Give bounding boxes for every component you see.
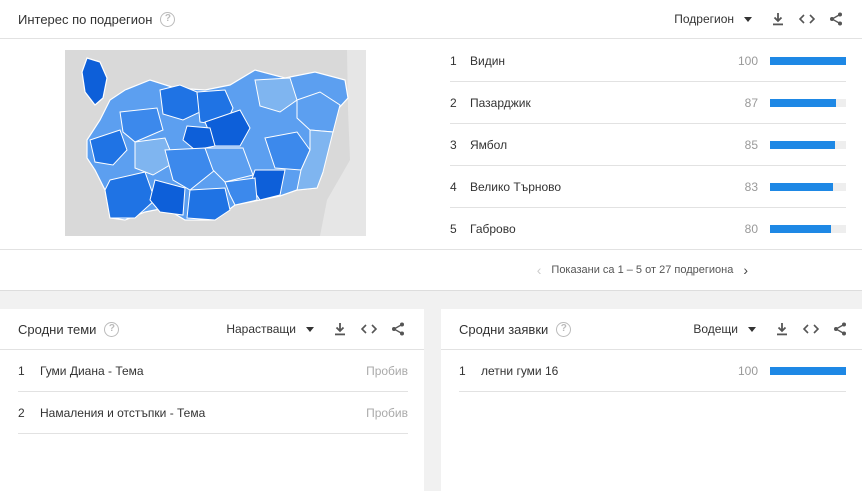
- rising-dropdown[interactable]: Нарастващи: [226, 322, 314, 336]
- bulgaria-map-svg[interactable]: [65, 50, 366, 236]
- rank-number: 2: [450, 96, 457, 110]
- interest-value: 87: [744, 96, 758, 110]
- breakout-label: Пробив: [366, 406, 408, 420]
- interest-by-subregion-card: Интерес по подрегион ? Подрегион 1 Видин…: [0, 0, 862, 291]
- region-name: Пазарджик: [470, 96, 531, 110]
- question-circle-icon[interactable]: ?: [104, 321, 120, 337]
- question-circle-icon[interactable]: ?: [556, 321, 572, 337]
- card-header: Интерес по подрегион ? Подрегион: [0, 0, 862, 38]
- question-circle-icon[interactable]: ?: [160, 11, 176, 27]
- related-topics-card: Сродни теми ? Нарастващи 1 Гуми Диана - …: [0, 309, 424, 491]
- chevron-down-icon: [744, 16, 752, 22]
- interest-value: 100: [737, 54, 758, 68]
- interest-bar-fill: [770, 367, 846, 375]
- query-text: летни гуми 16: [481, 364, 559, 378]
- card-title: Сродни заявки: [459, 321, 549, 337]
- rank-number: 1: [459, 364, 466, 378]
- interest-bar: [770, 99, 846, 107]
- subregion-ranking-list: 1 Видин 100 2 Пазарджик 87 3 Ямбол 85 4 …: [440, 40, 862, 250]
- share-icon[interactable]: [388, 319, 408, 339]
- region-map[interactable]: [65, 50, 366, 236]
- chevron-down-icon: [748, 326, 756, 332]
- dropdown-value: Подрегион: [674, 12, 734, 26]
- region-name: Габрово: [470, 222, 516, 236]
- list-footer-divider: [0, 249, 862, 250]
- topic-name: Намаления и отстъпки - Тема: [40, 406, 206, 420]
- interest-bar-fill: [770, 183, 834, 191]
- pagination-text: Показани са 1 – 5 от 27 подрегиона: [551, 264, 734, 276]
- card-title: Интерес по подрегион: [18, 11, 153, 27]
- region-name: Видин: [470, 54, 506, 68]
- chevron-down-icon: [306, 326, 314, 332]
- subregion-dropdown[interactable]: Подрегион: [674, 12, 752, 26]
- embed-code-icon[interactable]: [801, 319, 821, 339]
- top-dropdown[interactable]: Водещи: [693, 322, 756, 336]
- list-item[interactable]: 5 Габрово 80: [440, 208, 862, 250]
- interest-value: 85: [744, 138, 758, 152]
- related-queries-list: 1 летни гуми 16 100: [459, 350, 846, 392]
- list-item[interactable]: 1 летни гуми 16 100: [459, 350, 846, 392]
- card-title: Сродни теми: [18, 321, 97, 337]
- row-divider: [18, 433, 408, 434]
- rank-number: 1: [18, 364, 25, 378]
- header-controls: Водещи: [693, 319, 850, 339]
- header-controls: Подрегион: [674, 9, 846, 29]
- related-topics-list: 1 Гуми Диана - Тема Пробив 2 Намаления и…: [18, 350, 408, 434]
- dropdown-value: Нарастващи: [226, 322, 296, 336]
- breakout-label: Пробив: [366, 364, 408, 378]
- interest-bar: [770, 141, 846, 149]
- rank-number: 1: [450, 54, 457, 68]
- list-item[interactable]: 3 Ямбол 85: [440, 124, 862, 166]
- region-name: Велико Търново: [470, 180, 562, 194]
- share-icon[interactable]: [830, 319, 850, 339]
- region-vratsa[interactable]: [159, 84, 201, 121]
- interest-bar-fill: [770, 225, 831, 233]
- region-name: Ямбол: [470, 138, 508, 152]
- interest-value: 100: [737, 364, 758, 378]
- rank-number: 2: [18, 406, 25, 420]
- header-controls: Нарастващи: [226, 319, 408, 339]
- list-item[interactable]: 4 Велико Търново 83: [440, 166, 862, 208]
- interest-bar: [770, 183, 846, 191]
- card-header: Сродни заявки ? Водещи: [441, 309, 862, 349]
- list-item[interactable]: 2 Пазарджик 87: [440, 82, 862, 124]
- interest-bar-fill: [770, 141, 835, 149]
- interest-bar-fill: [770, 99, 837, 107]
- share-icon[interactable]: [826, 9, 846, 29]
- rank-number: 5: [450, 222, 457, 236]
- header-divider: [0, 38, 862, 39]
- download-icon[interactable]: [330, 319, 350, 339]
- row-divider: [459, 391, 846, 392]
- embed-code-icon[interactable]: [797, 9, 817, 29]
- rank-number: 3: [450, 138, 457, 152]
- interest-value: 83: [744, 180, 758, 194]
- download-icon[interactable]: [772, 319, 792, 339]
- rank-number: 4: [450, 180, 457, 194]
- list-item[interactable]: 1 Гуми Диана - Тема Пробив: [18, 350, 408, 392]
- interest-value: 80: [744, 222, 758, 236]
- embed-code-icon[interactable]: [359, 319, 379, 339]
- interest-bar: [770, 57, 846, 65]
- chevron-right-icon[interactable]: ›: [743, 262, 748, 278]
- interest-bar: [770, 367, 846, 375]
- related-queries-card: Сродни заявки ? Водещи 1 летни гуми 16 1…: [441, 309, 862, 491]
- card-header: Сродни теми ? Нарастващи: [0, 309, 424, 349]
- list-item[interactable]: 2 Намаления и отстъпки - Тема Пробив: [18, 392, 408, 434]
- list-item[interactable]: 1 Видин 100: [440, 40, 862, 82]
- pagination: ‹ Показани са 1 – 5 от 27 подрегиона ›: [527, 258, 862, 282]
- interest-bar-fill: [770, 57, 846, 65]
- dropdown-value: Водещи: [693, 322, 738, 336]
- topic-name: Гуми Диана - Тема: [40, 364, 144, 378]
- interest-bar: [770, 225, 846, 233]
- chevron-left-icon[interactable]: ‹: [537, 262, 542, 278]
- download-icon[interactable]: [768, 9, 788, 29]
